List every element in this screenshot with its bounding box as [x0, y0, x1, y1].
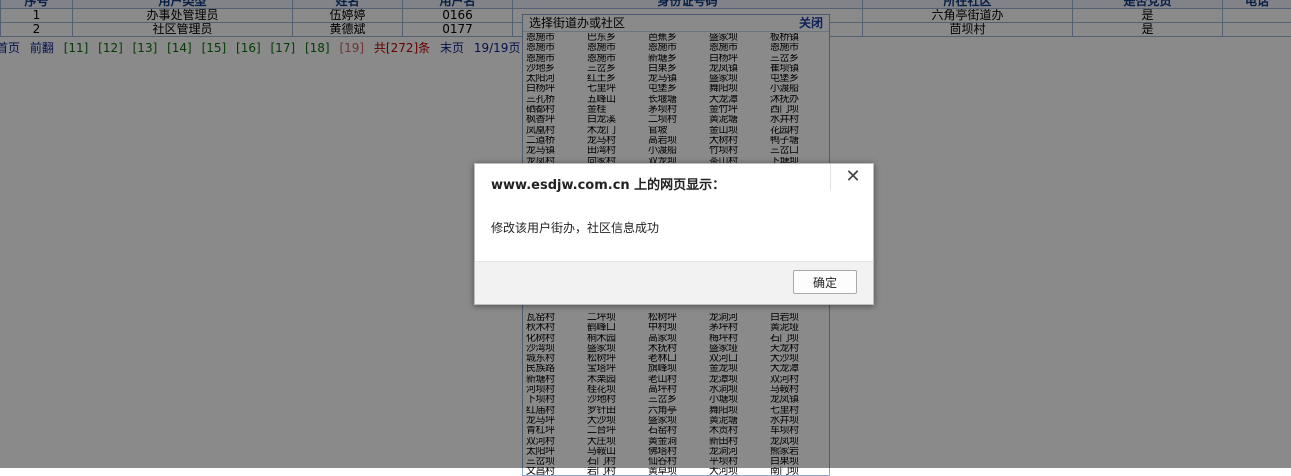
picker-option[interactable]: 岩门村: [584, 467, 645, 476]
dialog-footer: 确定: [475, 261, 873, 304]
close-icon[interactable]: ✕: [841, 166, 865, 188]
picker-option[interactable]: 大河坝: [706, 467, 767, 476]
picker-option[interactable]: 南门坝: [767, 467, 828, 476]
ok-button[interactable]: 确定: [793, 270, 857, 294]
dialog-title: www.esdjw.com.cn 上的网页显示：: [491, 174, 725, 193]
dialog-title-divider: [830, 164, 831, 190]
dialog-message: 修改该用户街办，社区信息成功: [491, 219, 659, 236]
alert-dialog: www.esdjw.com.cn 上的网页显示： ✕ 修改该用户街办，社区信息成…: [474, 163, 874, 305]
picker-option[interactable]: 黄草坝: [645, 467, 706, 476]
picker-option[interactable]: 文昌村: [523, 467, 584, 476]
